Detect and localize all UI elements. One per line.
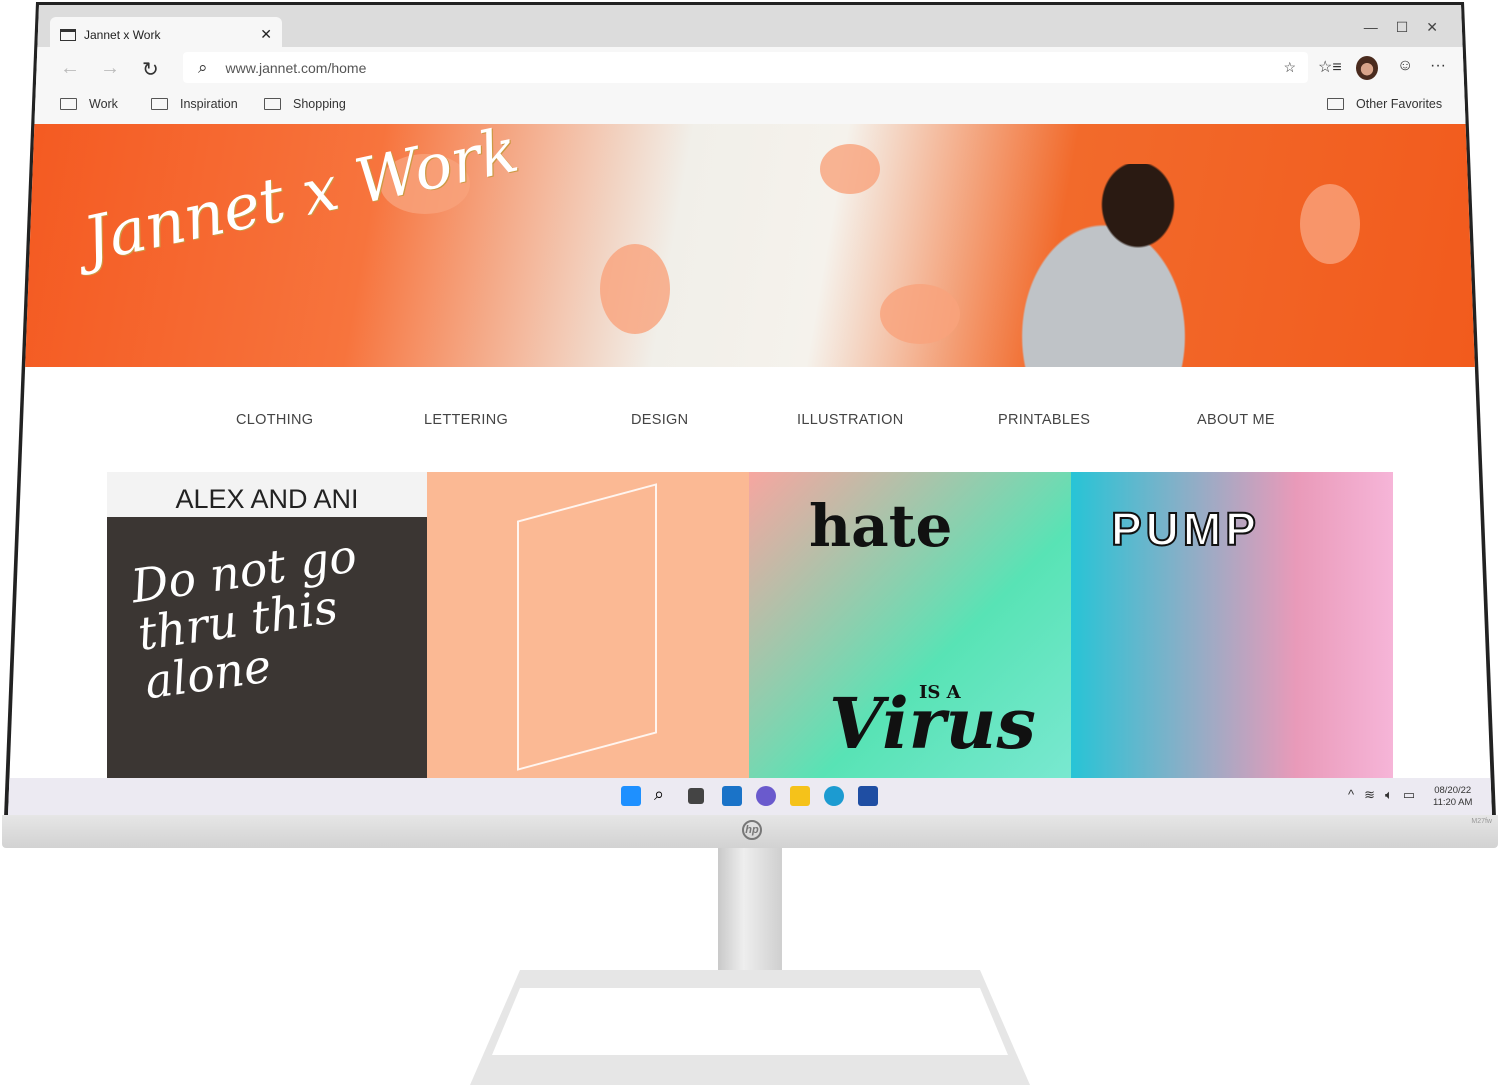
date: 08/20/22 <box>1434 785 1472 796</box>
refresh-icon[interactable]: ↻ <box>142 57 159 82</box>
search-icon[interactable]: ⌕ <box>654 784 674 804</box>
tab-favicon-icon <box>60 28 76 41</box>
favorite-label: Inspiration <box>180 97 238 111</box>
maximize-icon[interactable]: ☐ <box>1396 19 1409 36</box>
store-icon[interactable] <box>858 786 878 806</box>
address-bar[interactable]: ⌕ www.jannet.com/home ☆ <box>183 52 1308 83</box>
tab-title: Jannet x Work <box>84 27 161 42</box>
forward-icon[interactable]: → <box>100 57 120 80</box>
favorite-label: Shopping <box>293 97 346 111</box>
chevron-up-icon[interactable]: ^ <box>1348 787 1354 803</box>
profile-avatar[interactable] <box>1356 56 1378 80</box>
taskbar: ⌕ ^ ≋ 🔈︎ ▭ 08/20/22 11:20 AM <box>8 778 1492 815</box>
favorite-label: Other Favorites <box>1356 97 1443 111</box>
edge-icon[interactable] <box>824 786 844 806</box>
add-favorite-icon[interactable]: ☆ <box>1283 59 1296 76</box>
hp-logo: hp <box>742 820 762 840</box>
gallery-tile-pump[interactable]: PUMP <box>1071 472 1393 778</box>
tile-artwork-text: hate <box>809 492 953 560</box>
favorites-bar: Work Inspiration Shopping Other Favorite… <box>8 89 1492 124</box>
time: 11:20 AM <box>1433 797 1473 808</box>
close-tab-icon[interactable]: ✕ <box>260 26 272 43</box>
more-menu-icon[interactable]: ··· <box>1430 57 1446 75</box>
favorite-inspiration[interactable]: Inspiration <box>151 97 238 111</box>
gallery-tile-hate-is-a-virus[interactable]: hate IS A Virus <box>749 472 1071 778</box>
back-icon[interactable]: ← <box>60 57 80 80</box>
model-label: M27fw <box>1471 818 1492 825</box>
favorite-shopping[interactable]: Shopping <box>264 97 346 111</box>
site-logo[interactable]: Jannet x Work <box>77 124 524 276</box>
nav-lettering[interactable]: LETTERING <box>424 412 508 428</box>
taskbar-clock[interactable]: 08/20/22 11:20 AM <box>1433 785 1472 809</box>
folder-icon <box>60 98 77 110</box>
tab-strip: Jannet x Work ✕ — ☐ ✕ <box>8 5 1492 52</box>
tile-heading: ALEX AND ANI <box>175 484 359 514</box>
minimize-icon[interactable]: — <box>1364 19 1378 36</box>
favorites-icon[interactable]: ☆≡ <box>1318 57 1342 77</box>
building-illustration <box>517 483 657 771</box>
widgets-icon[interactable] <box>722 786 742 806</box>
search-icon: ⌕ <box>198 57 208 77</box>
nav-about-me[interactable]: ABOUT ME <box>1197 412 1275 428</box>
nav-clothing[interactable]: CLOTHING <box>236 412 313 428</box>
url-text: www.jannet.com/home <box>225 59 367 76</box>
nav-design[interactable]: DESIGN <box>631 412 688 428</box>
folder-icon <box>1327 98 1344 110</box>
monitor-stand-neck <box>718 848 782 976</box>
gallery-tile-illustration[interactable] <box>427 472 749 778</box>
feedback-smiley-icon[interactable]: ☺ <box>1397 57 1413 75</box>
nav-illustration[interactable]: ILLUSTRATION <box>797 412 903 428</box>
close-window-icon[interactable]: ✕ <box>1426 19 1438 36</box>
start-icon[interactable] <box>621 786 641 806</box>
favorite-work[interactable]: Work <box>60 97 118 111</box>
wifi-icon[interactable]: ≋ <box>1364 787 1375 803</box>
task-view-icon[interactable] <box>688 788 704 804</box>
favorite-label: Work <box>89 97 118 111</box>
nav-printables[interactable]: PRINTABLES <box>998 412 1090 428</box>
tile-artwork-text: Virus <box>829 682 1036 765</box>
folder-icon <box>264 98 281 110</box>
tile-artwork-text: PUMP <box>1110 502 1260 556</box>
file-explorer-icon[interactable] <box>790 786 810 806</box>
chat-icon[interactable] <box>756 786 776 806</box>
volume-icon[interactable]: 🔈︎ <box>1385 787 1393 803</box>
folder-icon <box>151 98 168 110</box>
tile-artwork-text: Do not go thru this alone <box>127 528 360 710</box>
monitor-chin: hp M27fw <box>2 815 1498 848</box>
gallery-tile-alex-and-ani[interactable]: ALEX AND ANI Do not go thru this alone <box>107 472 427 778</box>
banner-photo-artist <box>1000 164 1230 367</box>
browser-toolbar: ← → ↻ ⌕ www.jannet.com/home ☆ ☆≡ ☺ ··· <box>8 47 1492 89</box>
monitor-screen: Jannet x Work ✕ — ☐ ✕ ← → ↻ ⌕ www.jannet… <box>8 5 1492 815</box>
hero-banner: Jannet x Work <box>8 124 1492 367</box>
monitor-stand-base <box>470 970 1030 1085</box>
battery-icon[interactable]: ▭ <box>1403 787 1415 803</box>
other-favorites[interactable]: Other Favorites <box>1327 97 1442 111</box>
